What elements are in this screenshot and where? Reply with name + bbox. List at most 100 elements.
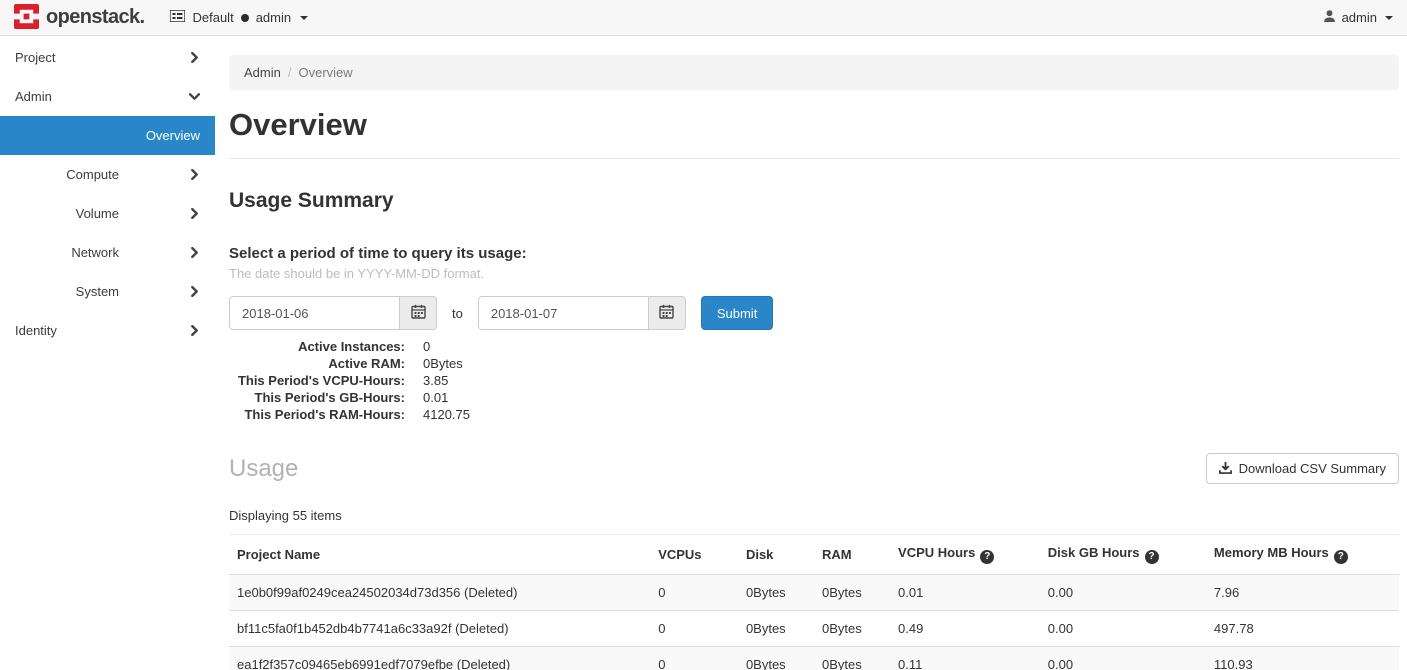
- user-name-label: admin: [1342, 10, 1377, 25]
- sidebar-item-admin[interactable]: Admin: [0, 77, 215, 116]
- sidebar-nav: Project Admin Overview Compute Volume: [0, 36, 215, 670]
- breadcrumb-admin-link[interactable]: Admin: [244, 65, 281, 80]
- sidebar-item-project[interactable]: Project: [0, 38, 215, 77]
- sidebar-item-network[interactable]: Network: [0, 233, 215, 272]
- main-content: Admin / Overview Overview Usage Summary …: [215, 36, 1407, 670]
- usage-section-header: Usage Download CSV Summary: [229, 453, 1399, 484]
- date-format-hint: The date should be in YYYY-MM-DD format.: [229, 266, 1399, 281]
- column-header-project-name: Project Name: [229, 535, 650, 575]
- calendar-icon: [411, 304, 426, 322]
- usage-summary-heading: Usage Summary: [229, 189, 1399, 213]
- column-label: Disk: [746, 547, 773, 562]
- download-csv-button[interactable]: Download CSV Summary: [1206, 453, 1399, 484]
- cell-ram: 0Bytes: [814, 610, 890, 646]
- cell-disk: 0Bytes: [738, 610, 814, 646]
- submit-button[interactable]: Submit: [701, 296, 773, 330]
- stat-value: 0.01: [423, 391, 448, 405]
- column-header-vcpus: VCPUs: [650, 535, 738, 575]
- stat-value: 4120.75: [423, 408, 470, 422]
- help-question-icon[interactable]: [980, 550, 994, 564]
- stat-value: 0: [423, 340, 430, 354]
- sidebar-item-compute[interactable]: Compute: [0, 155, 215, 194]
- column-label: Project Name: [237, 547, 320, 562]
- column-header-disk-gb-hours: Disk GB Hours: [1040, 535, 1206, 575]
- chevron-right-icon: [189, 286, 200, 297]
- help-question-icon[interactable]: [1145, 550, 1159, 564]
- table-header-row: Project Name VCPUs Disk RAM VCPU Hours D…: [229, 535, 1399, 575]
- cell-vcpu-hours: 0.01: [890, 574, 1040, 610]
- date-to-group: [478, 296, 686, 330]
- column-header-disk: Disk: [738, 535, 814, 575]
- top-navbar: openstack. Default admin admin: [0, 0, 1407, 36]
- sidebar-item-label: System: [76, 284, 119, 299]
- sidebar-item-label: Network: [71, 245, 119, 260]
- breadcrumb-current-page: Overview: [298, 65, 352, 80]
- sidebar-item-volume[interactable]: Volume: [0, 194, 215, 233]
- cell-memory-mb-hours: 497.78: [1206, 610, 1399, 646]
- page-title: Overview: [229, 107, 1399, 143]
- openstack-logo-icon: [14, 4, 39, 32]
- chevron-down-icon: [189, 91, 200, 102]
- items-count: Displaying 55 items: [229, 508, 1399, 523]
- context-domain-label: Default: [192, 10, 233, 25]
- column-header-ram: RAM: [814, 535, 890, 575]
- cell-disk: 0Bytes: [738, 646, 814, 670]
- sidebar-item-system[interactable]: System: [0, 272, 215, 311]
- stat-vcpu-hours: This Period's VCPU-Hours: 3.85: [229, 374, 1399, 388]
- cell-memory-mb-hours: 7.96: [1206, 574, 1399, 610]
- stat-label: This Period's RAM-Hours:: [229, 408, 405, 422]
- date-from-calendar-button[interactable]: [399, 296, 437, 330]
- column-header-memory-mb-hours: Memory MB Hours: [1206, 535, 1399, 575]
- help-question-icon[interactable]: [1334, 550, 1348, 564]
- sidebar-item-label: Identity: [15, 323, 57, 338]
- date-to-input[interactable]: [478, 296, 648, 330]
- column-label: Memory MB Hours: [1214, 545, 1329, 560]
- stat-label: Active Instances:: [229, 340, 405, 354]
- cell-vcpu-hours: 0.11: [890, 646, 1040, 670]
- cell-project-name: ea1f2f357c09465eb6991edf7079efbe (Delete…: [229, 646, 650, 670]
- table-row: bf11c5fa0f1b452db4b7741a6c33a92f (Delete…: [229, 610, 1399, 646]
- cell-disk-gb-hours: 0.00: [1040, 610, 1206, 646]
- cell-vcpus: 0: [650, 646, 738, 670]
- column-label: VCPUs: [658, 547, 701, 562]
- stat-active-ram: Active RAM: 0Bytes: [229, 357, 1399, 371]
- usage-heading: Usage: [229, 455, 298, 483]
- chevron-right-icon: [189, 52, 200, 63]
- sidebar-item-identity[interactable]: Identity: [0, 311, 215, 350]
- cell-disk-gb-hours: 0.00: [1040, 574, 1206, 610]
- sidebar-item-label: Admin: [15, 89, 52, 104]
- column-label: VCPU Hours: [898, 545, 975, 560]
- sidebar-item-label: Overview: [146, 128, 200, 143]
- date-range-prompt: Select a period of time to query its usa…: [229, 245, 1399, 262]
- usage-summary-stats: Active Instances: 0 Active RAM: 0Bytes T…: [229, 340, 1399, 422]
- context-separator-dot-icon: [241, 14, 249, 22]
- chevron-right-icon: [189, 208, 200, 219]
- date-from-group: [229, 296, 437, 330]
- cell-disk-gb-hours: 0.00: [1040, 646, 1206, 670]
- stat-label: Active RAM:: [229, 357, 405, 371]
- stat-gb-hours: This Period's GB-Hours: 0.01: [229, 391, 1399, 405]
- table-row: ea1f2f357c09465eb6991edf7079efbe (Delete…: [229, 646, 1399, 670]
- user-menu[interactable]: admin: [1323, 9, 1393, 26]
- user-icon: [1323, 9, 1336, 26]
- to-label: to: [452, 306, 463, 321]
- stat-label: This Period's GB-Hours:: [229, 391, 405, 405]
- chevron-right-icon: [189, 325, 200, 336]
- stat-active-instances: Active Instances: 0: [229, 340, 1399, 354]
- cell-vcpu-hours: 0.49: [890, 610, 1040, 646]
- brand-wordmark: openstack.: [46, 6, 144, 29]
- context-project-label: admin: [256, 10, 291, 25]
- download-icon: [1219, 461, 1232, 477]
- list-icon: [170, 10, 185, 25]
- openstack-brand[interactable]: openstack.: [14, 4, 144, 32]
- date-to-calendar-button[interactable]: [648, 296, 686, 330]
- domain-project-switcher[interactable]: Default admin: [170, 10, 308, 25]
- cell-vcpus: 0: [650, 610, 738, 646]
- chevron-right-icon: [189, 169, 200, 180]
- sidebar-item-overview[interactable]: Overview: [0, 116, 215, 155]
- date-from-input[interactable]: [229, 296, 399, 330]
- column-header-vcpu-hours: VCPU Hours: [890, 535, 1040, 575]
- cell-memory-mb-hours: 110.93: [1206, 646, 1399, 670]
- date-range-form: to: [229, 296, 1399, 330]
- breadcrumb: Admin / Overview: [229, 55, 1399, 90]
